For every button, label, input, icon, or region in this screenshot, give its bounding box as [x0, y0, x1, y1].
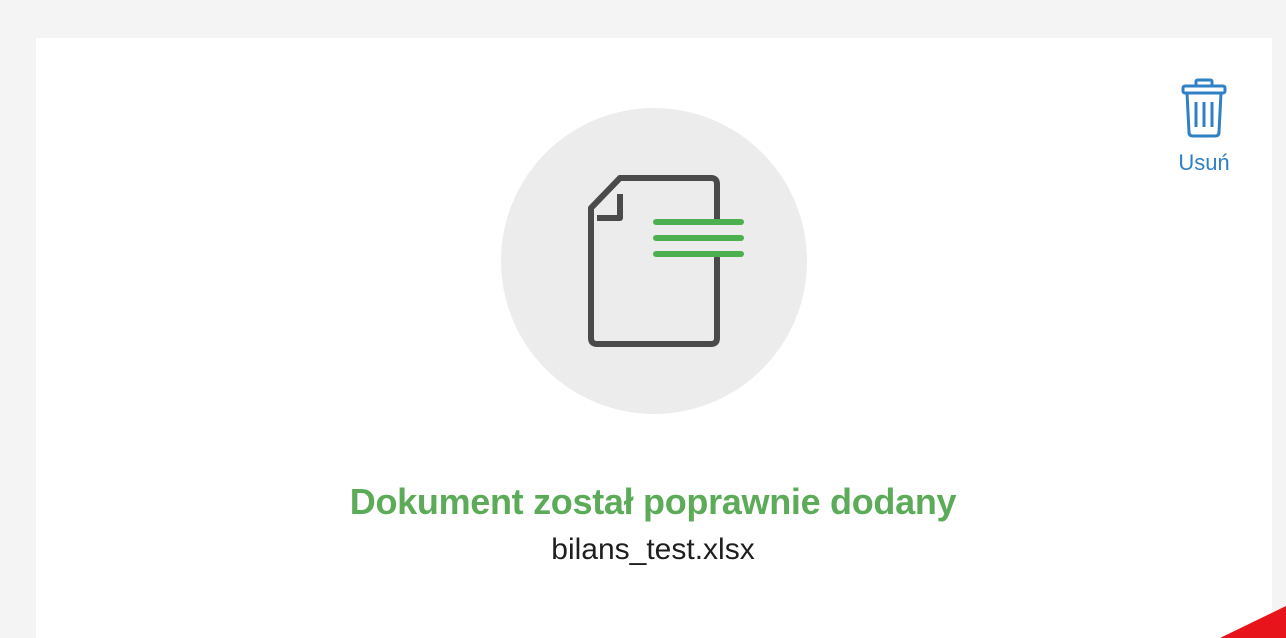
delete-button[interactable]: Usuń [1164, 78, 1244, 188]
document-icon [588, 175, 744, 347]
delete-label: Usuń [1178, 150, 1230, 175]
brand-corner-accent [1220, 606, 1286, 638]
trash-icon [1181, 78, 1227, 138]
upload-page: Usuń Dokument został poprawnie dodany bi… [0, 0, 1286, 638]
success-message: Dokument został poprawnie dodany [349, 481, 957, 522]
uploaded-file-name: bilans_test.xlsx [551, 533, 755, 566]
document-icon-circle [501, 108, 807, 414]
